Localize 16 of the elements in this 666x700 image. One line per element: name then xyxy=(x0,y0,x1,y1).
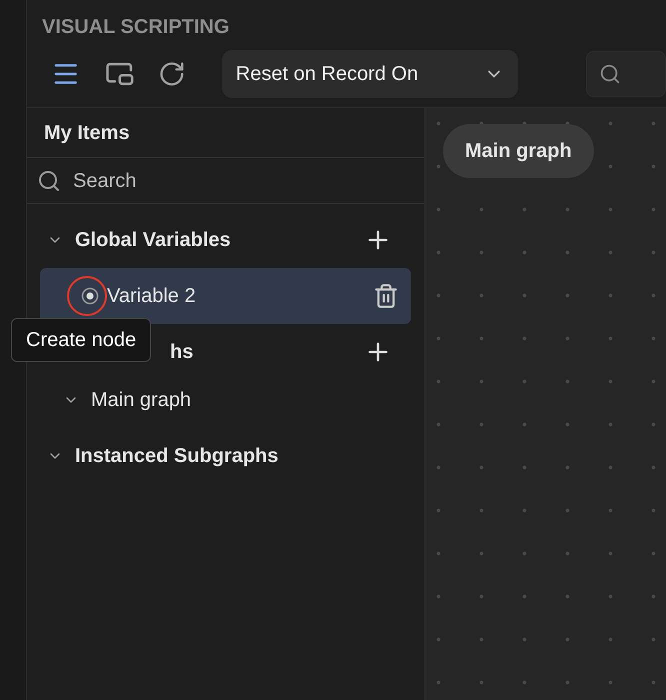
trash-icon[interactable] xyxy=(373,283,399,309)
section-header[interactable]: Instanced Subgraphs xyxy=(27,436,424,476)
panel-title: My Items xyxy=(44,120,130,146)
refresh-icon[interactable] xyxy=(158,60,186,88)
section-header[interactable]: Global Variables xyxy=(27,220,424,260)
search-icon xyxy=(37,168,61,192)
mode-dropdown[interactable]: Reset on Record On xyxy=(222,50,518,98)
panel-heading: VISUAL SCRIPTING xyxy=(42,16,230,38)
graph-tab[interactable]: Main graph xyxy=(443,124,594,178)
search-icon xyxy=(598,62,621,84)
graph-item[interactable]: Main graph xyxy=(27,372,424,428)
tooltip: Create node xyxy=(11,318,152,362)
search-field[interactable] xyxy=(586,50,666,96)
radio-icon[interactable] xyxy=(81,287,99,305)
variable-item[interactable]: Variable 2 xyxy=(40,268,411,324)
search-field[interactable]: Search xyxy=(73,166,273,196)
